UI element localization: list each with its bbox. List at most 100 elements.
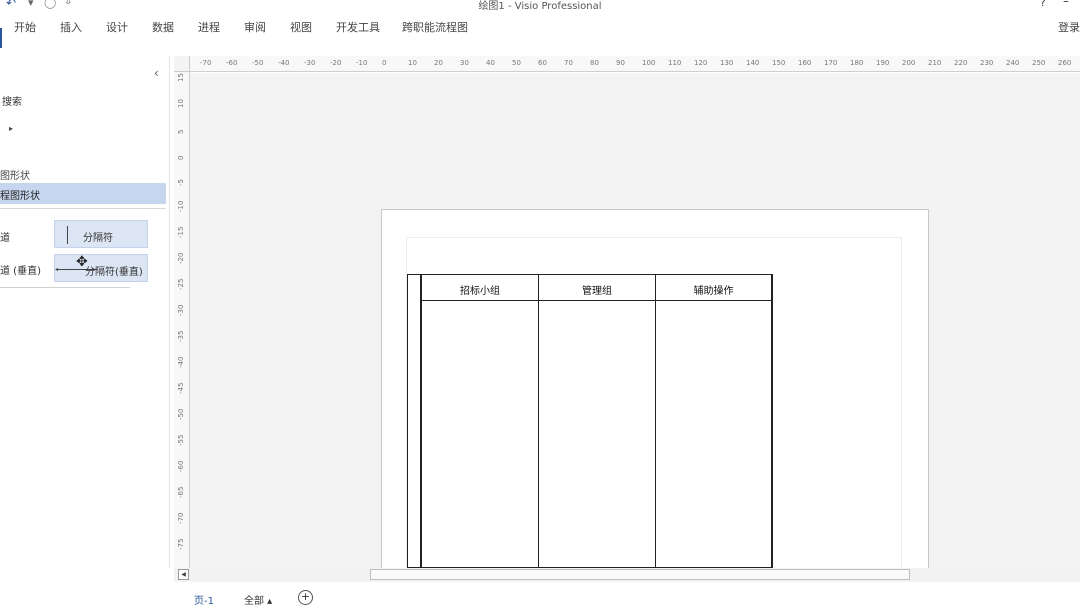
tab-data[interactable]: 数据 xyxy=(152,19,174,35)
ruler-tick-label: 200 xyxy=(902,59,916,67)
pool-title-strip[interactable] xyxy=(408,275,421,569)
add-page-icon[interactable]: + xyxy=(298,590,313,605)
ruler-tick-label: 15 xyxy=(177,73,185,82)
ruler-tick-label: -20 xyxy=(330,59,342,67)
expand-more-shapes-icon[interactable]: ▸ xyxy=(9,124,13,133)
ruler-tick-label: 150 xyxy=(772,59,786,67)
tab-process[interactable]: 进程 xyxy=(198,19,220,35)
scroll-left-icon[interactable]: ◀ xyxy=(178,569,189,580)
ruler-tick-label: 190 xyxy=(876,59,890,67)
ruler-tick-label: 170 xyxy=(824,59,838,67)
ruler-tick-label: 160 xyxy=(798,59,812,67)
ruler-tick-label: -70 xyxy=(177,512,185,524)
stencil-label[interactable]: 图形状 xyxy=(0,167,30,182)
ruler-corner xyxy=(174,56,190,72)
move-cursor-icon: ✥ xyxy=(76,254,88,270)
search-shapes-link[interactable]: 搜索 xyxy=(2,93,22,108)
ruler-tick-label: -65 xyxy=(177,486,185,498)
tab-review[interactable]: 审阅 xyxy=(244,19,266,35)
shape-swimlane-label[interactable]: 道 xyxy=(0,229,10,244)
ruler-tick-label: -10 xyxy=(177,200,185,212)
lane-management-team[interactable]: 管理组 xyxy=(538,275,655,569)
ruler-tick-label: 10 xyxy=(408,59,417,67)
ruler-tick-label: 0 xyxy=(382,59,387,67)
ruler-tick-label: 5 xyxy=(177,129,185,134)
ruler-tick-label: 40 xyxy=(486,59,495,67)
ruler-tick-label: -55 xyxy=(177,434,185,446)
tab-cross-functional-flowchart[interactable]: 跨职能流程图 xyxy=(402,19,468,35)
ruler-tick-label: -60 xyxy=(226,59,238,67)
lane-auxiliary-operations[interactable]: 辅助操作 xyxy=(655,275,772,569)
lane-header[interactable]: 招标小组 xyxy=(422,275,538,301)
swimlane-pool[interactable]: 招标小组 管理组 辅助操作 xyxy=(407,274,773,569)
window-title: 绘图1 - Visio Professional xyxy=(478,1,602,12)
ruler-tick-label: 30 xyxy=(460,59,469,67)
ruler-tick-label: -10 xyxy=(356,59,368,67)
ruler-tick-label: -25 xyxy=(177,278,185,290)
ruler-tick-label: 120 xyxy=(694,59,708,67)
tab-developer[interactable]: 开发工具 xyxy=(336,19,380,35)
ruler-tick-label: 110 xyxy=(668,59,682,67)
arrow-left-icon: ◂ xyxy=(55,266,59,273)
shape-separator-vertical-label: 分隔符(垂直) xyxy=(85,267,143,278)
panel-bottom-divider xyxy=(0,287,130,288)
horizontal-scrollbar[interactable]: ◀ xyxy=(174,568,1080,582)
ruler-tick-label: -15 xyxy=(177,226,185,238)
page-tab-bar: 页-1 全部 ▴ + xyxy=(0,584,1080,608)
ruler-tick-label: 100 xyxy=(642,59,656,67)
lane-header[interactable]: 辅助操作 xyxy=(656,275,771,301)
ruler-tick-label: -50 xyxy=(177,408,185,420)
active-tab-indicator xyxy=(0,28,2,48)
scroll-thumb[interactable] xyxy=(370,569,910,580)
ruler-tick-label: 20 xyxy=(434,59,443,67)
shape-separator[interactable]: 分隔符 xyxy=(54,220,148,248)
stencil-cross-functional-shapes[interactable]: 程图形状 xyxy=(0,183,166,204)
ruler-tick-label: 70 xyxy=(564,59,573,67)
ruler-tick-label: -40 xyxy=(278,59,290,67)
ruler-tick-label: -5 xyxy=(177,179,185,186)
ruler-tick-label: 250 xyxy=(1032,59,1046,67)
all-pages-button[interactable]: 全部 ▴ xyxy=(244,592,272,607)
ruler-tick-label: 210 xyxy=(928,59,942,67)
ruler-tick-label: 0 xyxy=(177,155,185,160)
ruler-tick-label: 230 xyxy=(980,59,994,67)
sign-in-link[interactable]: 登录 xyxy=(1058,19,1080,35)
ruler-tick-label: -75 xyxy=(177,538,185,550)
ruler-tick-label: 140 xyxy=(746,59,760,67)
ruler-tick-label: -45 xyxy=(177,382,185,394)
ruler-tick-label: -30 xyxy=(304,59,316,67)
ruler-tick-label: 60 xyxy=(538,59,547,67)
ruler-tick-label: 180 xyxy=(850,59,864,67)
shape-swimlane-vertical-label[interactable]: 道 (垂直) xyxy=(0,262,41,277)
tab-view[interactable]: 视图 xyxy=(290,19,312,35)
help-icon[interactable]: ? xyxy=(1040,0,1046,9)
tab-insert[interactable]: 插入 xyxy=(60,19,82,35)
tab-home[interactable]: 开始 xyxy=(14,19,36,35)
ruler-tick-label: -20 xyxy=(177,252,185,264)
panel-divider xyxy=(0,208,166,209)
ruler-tick-label: 220 xyxy=(954,59,968,67)
ruler-tick-label: -35 xyxy=(177,330,185,342)
ruler-tick-label: -50 xyxy=(252,59,264,67)
minimize-button[interactable]: – xyxy=(1063,0,1069,8)
vertical-ruler[interactable]: 15 10 5 0 -5 -10 -15 -20 -25 -30 -35 -40 -45 -50 -55 -6… xyxy=(174,72,190,568)
collapse-panel-icon[interactable]: ‹ xyxy=(154,66,159,80)
shapes-panel: ‹ 搜索 ▸ 图形状 程图形状 道 道 (垂直) 分隔符 ◂ ▸ 分隔符(垂直) xyxy=(0,56,170,568)
lane-header[interactable]: 管理组 xyxy=(539,275,655,301)
ruler-tick-label: 130 xyxy=(720,59,734,67)
ruler-tick-label: 260 xyxy=(1058,59,1072,67)
ribbon-tabs: 开始 插入 设计 数据 进程 审阅 视图 开发工具 跨职能流程图 登录 xyxy=(0,12,1080,48)
tab-design[interactable]: 设计 xyxy=(106,19,128,35)
title-bar: ↶ ▾ ◯ ⇩ 绘图1 - Visio Professional ? – xyxy=(0,0,1080,12)
ruler-tick-label: 50 xyxy=(512,59,521,67)
shape-separator-label: 分隔符 xyxy=(83,233,113,244)
horizontal-ruler[interactable]: -70 -60 -50 -40 -30 -20 -10 0 10 20 30 40 50 60 70 80 90… xyxy=(190,56,1080,72)
ruler-tick-label: -70 xyxy=(200,59,212,67)
separator-line-icon xyxy=(67,226,68,244)
lane-bidding-team[interactable]: 招标小组 xyxy=(421,275,538,569)
ruler-tick-label: -40 xyxy=(177,356,185,368)
page-tab-1[interactable]: 页-1 xyxy=(194,592,214,607)
shape-separator-vertical[interactable]: ◂ ▸ 分隔符(垂直) xyxy=(54,254,148,282)
ruler-tick-label: -30 xyxy=(177,304,185,316)
ruler-tick-label: 240 xyxy=(1006,59,1020,67)
